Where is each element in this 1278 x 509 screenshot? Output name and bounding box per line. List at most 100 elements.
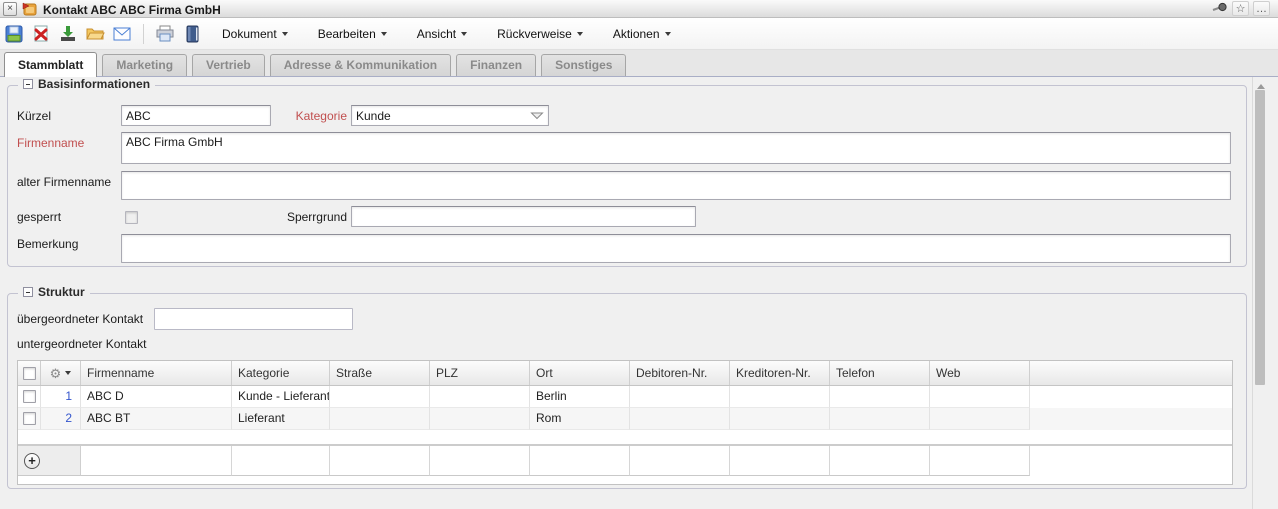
tab-marketing[interactable]: Marketing — [102, 54, 187, 76]
alter-firmenname-label: alter Firmenname — [17, 175, 111, 189]
header-cell-kreditoren-nr[interactable]: Kreditoren-Nr. — [730, 361, 830, 385]
header-cell-plz[interactable]: PLZ — [430, 361, 530, 385]
new-row-cell-ort[interactable] — [530, 446, 630, 476]
legend-label: Struktur — [38, 285, 85, 299]
header-cell-firmenname[interactable]: Firmenname — [81, 361, 232, 385]
add-row-button[interactable]: + — [24, 453, 40, 469]
row-number-link[interactable]: 1 — [47, 386, 80, 407]
tab-finanzen[interactable]: Finanzen — [456, 54, 536, 76]
cell-web — [930, 386, 1030, 408]
chevron-down-icon — [65, 371, 71, 375]
new-row-cell-kreditoren-nr[interactable] — [730, 446, 830, 476]
kuerzel-input[interactable] — [121, 105, 271, 126]
row-number-cell: 2 — [41, 408, 81, 430]
collapse-icon[interactable] — [23, 79, 33, 89]
import-icon[interactable] — [58, 24, 78, 44]
gear-icon[interactable]: ⚙ — [50, 367, 62, 380]
tab-strip: StammblattMarketingVertriebAdresse & Kom… — [0, 50, 1278, 77]
cell-debitoren-nr — [630, 408, 730, 430]
folder-icon[interactable] — [85, 24, 105, 44]
header-cell-kategorie[interactable]: Kategorie — [232, 361, 330, 385]
print-icon[interactable] — [155, 24, 175, 44]
table-row: 1ABC DKunde - LieferantBerlin — [18, 386, 1232, 408]
cell-web — [930, 408, 1030, 430]
toolbar-separator — [143, 24, 144, 44]
firmenname-input[interactable]: ABC Firma GmbH — [121, 132, 1231, 164]
menu-ansicht[interactable]: Ansicht — [417, 27, 467, 41]
legend-struktur: Struktur — [18, 285, 90, 299]
uebergeordneter-kontakt-label: übergeordneter Kontakt — [17, 312, 143, 326]
star-icon[interactable]: ☆ — [1232, 1, 1249, 16]
kategorie-label: Kategorie — [267, 109, 347, 123]
collapse-icon[interactable] — [23, 287, 33, 297]
new-row-cell-debitoren-nr[interactable] — [630, 446, 730, 476]
menu-label: Ansicht — [417, 27, 456, 41]
pin-icon[interactable] — [1210, 1, 1230, 16]
menu-bearbeiten[interactable]: Bearbeiten — [318, 27, 387, 41]
kategorie-value: Kunde — [356, 109, 530, 123]
untergeordneter-kontakt-label: untergeordneter Kontakt — [17, 337, 146, 351]
menu-dokument[interactable]: Dokument — [222, 27, 288, 41]
cell-trailing — [1030, 386, 1232, 408]
row-number-link[interactable]: 2 — [47, 408, 80, 429]
menu-aktionen[interactable]: Aktionen — [613, 27, 671, 41]
struktur-table: ⚙ FirmennameKategorieStraßePLZOrtDebitore… — [17, 360, 1233, 485]
menu-label: Rückverweise — [497, 27, 572, 41]
mail-icon[interactable] — [112, 24, 132, 44]
select-all-checkbox[interactable] — [23, 367, 36, 380]
window-title: Kontakt ABC ABC Firma GmbH — [43, 3, 221, 17]
gesperrt-checkbox[interactable] — [125, 211, 138, 224]
add-row-cell: + — [18, 446, 81, 476]
bemerkung-input[interactable] — [121, 234, 1231, 263]
bemerkung-label: Bemerkung — [17, 237, 78, 251]
vertical-scrollbar[interactable] — [1252, 77, 1267, 509]
firmenname-label: Firmenname — [17, 136, 84, 150]
header-cell-web[interactable]: Web — [930, 361, 1030, 385]
cell-trailing — [1030, 408, 1232, 430]
uebergeordneter-kontakt-input[interactable] — [154, 308, 353, 330]
delete-icon[interactable] — [31, 24, 51, 44]
row-checkbox[interactable] — [23, 412, 36, 425]
new-row-cell-telefon[interactable] — [830, 446, 930, 476]
notebook-icon[interactable] — [182, 24, 202, 44]
scroll-up-icon[interactable] — [1257, 84, 1265, 89]
application-window: × Kontakt ABC ABC Firma GmbH ☆ … Dokumen… — [0, 0, 1278, 509]
header-cell-straße[interactable]: Straße — [330, 361, 430, 385]
contact-app-icon — [22, 1, 37, 16]
row-checkbox-cell — [18, 408, 41, 430]
table-row: 2ABC BTLieferantRom — [18, 408, 1232, 430]
more-options-icon[interactable]: … — [1253, 1, 1270, 16]
cell-straße — [330, 408, 430, 430]
alter-firmenname-input[interactable] — [121, 171, 1231, 200]
tab-stammblatt[interactable]: Stammblatt — [4, 52, 97, 77]
new-row-cell-firmenname[interactable] — [81, 446, 232, 476]
header-cell-ort[interactable]: Ort — [530, 361, 630, 385]
new-row-cell-plz[interactable] — [430, 446, 530, 476]
new-row-cell-web[interactable] — [930, 446, 1030, 476]
table-header-row: ⚙ FirmennameKategorieStraßePLZOrtDebitore… — [18, 361, 1232, 386]
tab-sonstiges[interactable]: Sonstiges — [541, 54, 626, 76]
tab-adresse-kommunikation[interactable]: Adresse & Kommunikation — [270, 54, 451, 76]
menu-rückverweise[interactable]: Rückverweise — [497, 27, 583, 41]
sperrgrund-input[interactable] — [351, 206, 696, 227]
cell-telefon — [830, 386, 930, 408]
fieldset-basisinformationen: Basisinformationen Kürzel Kategorie Kund… — [7, 85, 1247, 267]
tab-vertrieb[interactable]: Vertrieb — [192, 54, 265, 76]
cell-straße — [330, 386, 430, 408]
close-icon[interactable]: × — [3, 2, 17, 16]
save-icon[interactable] — [4, 24, 24, 44]
row-checkbox[interactable] — [23, 390, 36, 403]
header-cell-debitoren-nr[interactable]: Debitoren-Nr. — [630, 361, 730, 385]
new-row-cell-kategorie[interactable] — [232, 446, 330, 476]
kategorie-select[interactable]: Kunde — [351, 105, 549, 126]
toolbar-icons — [4, 24, 202, 44]
new-row-cell-straße[interactable] — [330, 446, 430, 476]
chevron-down-icon — [577, 32, 583, 36]
cell-debitoren-nr — [630, 386, 730, 408]
gesperrt-label: gesperrt — [17, 210, 61, 224]
header-cell-telefon[interactable]: Telefon — [830, 361, 930, 385]
menu-bar: Dokument Bearbeiten Ansicht Rückverweise Akt… — [222, 27, 671, 41]
menu-label: Bearbeiten — [318, 27, 376, 41]
legend-label: Basisinformationen — [38, 77, 150, 91]
scrollbar-thumb[interactable] — [1255, 90, 1265, 385]
